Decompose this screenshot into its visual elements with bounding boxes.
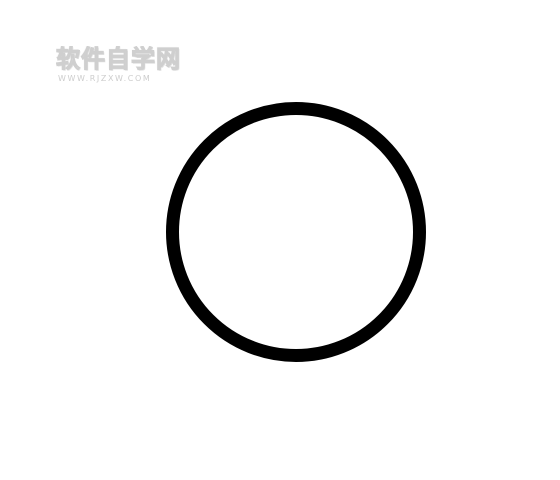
site-watermark: 软件自学网 WWW.RJZXW.COM: [56, 46, 201, 86]
drawing-canvas: 软件自学网 WWW.RJZXW.COM: [0, 0, 560, 480]
watermark-title: 软件自学网: [56, 46, 181, 72]
watermark-url: WWW.RJZXW.COM: [58, 74, 152, 83]
circle-outline: [166, 102, 426, 362]
